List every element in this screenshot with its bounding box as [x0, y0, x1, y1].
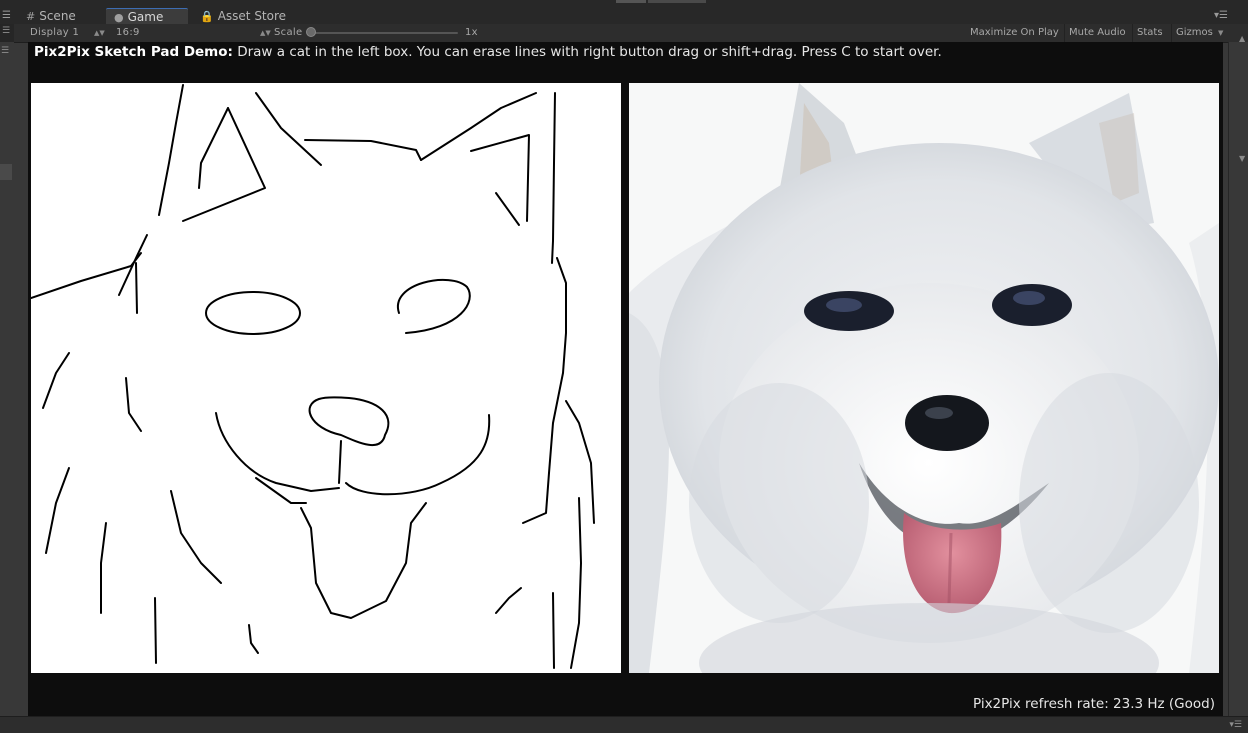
game-controller-icon: ● — [114, 11, 124, 24]
sketch-stroke — [154, 597, 157, 664]
lock-icon: 🔒 — [200, 10, 214, 23]
tab-label: Game — [127, 10, 164, 24]
tab-game[interactable]: ● Game — [106, 8, 188, 24]
sketch-stroke — [551, 92, 556, 264]
scale-slider-thumb[interactable] — [306, 27, 316, 37]
sketch-stroke — [308, 396, 390, 447]
sketch-stroke — [396, 278, 471, 334]
display-select[interactable]: Display 1 — [30, 24, 79, 42]
sketch-stroke — [522, 257, 567, 524]
sketch-stroke — [198, 107, 229, 189]
gizmos-toggle[interactable]: Gizmos — [1171, 24, 1217, 42]
sketch-stroke — [338, 440, 342, 484]
display-dropdown-icon[interactable]: ▲▼ — [94, 24, 105, 42]
sketch-stroke — [205, 291, 301, 335]
sketch-stroke — [304, 139, 422, 161]
left-panel-edge: ☰ — [0, 42, 14, 718]
gizmos-dropdown-icon[interactable]: ▼ — [1218, 24, 1223, 42]
sketch-stroke — [45, 467, 70, 554]
scale-value: 1x — [465, 27, 478, 38]
sketch-stroke — [170, 490, 222, 584]
sketch-stroke — [495, 192, 520, 226]
bottom-status-bar: ▾☰ — [0, 716, 1248, 733]
sketch-stroke — [125, 377, 142, 432]
sketch-pad-canvas[interactable] — [31, 83, 621, 673]
stats-toggle[interactable]: Stats — [1132, 24, 1167, 42]
game-viewport[interactable]: Pix2Pix Sketch Pad Demo: Draw a cat in t… — [28, 42, 1223, 716]
maximize-on-play-toggle[interactable]: Maximize On Play — [966, 24, 1063, 42]
panel-menu-icon[interactable]: ☰ — [1, 46, 9, 56]
collapse-icon[interactable]: ▼ — [1239, 154, 1245, 163]
status-menu-icon[interactable]: ▾☰ — [1229, 720, 1242, 730]
tab-options-icon[interactable]: ▾☰ — [1214, 10, 1228, 21]
sketch-stroke — [248, 624, 259, 654]
sketch-stroke — [31, 252, 142, 299]
sketch-stroke — [255, 477, 307, 504]
sketch-stroke — [495, 587, 522, 614]
sketch-stroke — [215, 412, 340, 492]
demo-title: Pix2Pix Sketch Pad Demo: — [34, 44, 233, 60]
tab-strip-marker — [616, 0, 646, 3]
editor-tab-strip: ☰ # Scene ● Game 🔒 Asset Store ▾☰ — [0, 0, 1248, 24]
mute-audio-toggle[interactable]: Mute Audio — [1064, 24, 1130, 42]
left-panel-selection — [0, 164, 12, 180]
refresh-rate-label: Pix2Pix refresh rate: 23.3 Hz (Good) — [972, 696, 1215, 712]
sketch-stroke — [42, 352, 70, 409]
tab-scene[interactable]: # Scene — [26, 8, 102, 24]
sketch-drawing — [31, 84, 595, 669]
pix2pix-output-image — [629, 83, 1219, 673]
sketch-stroke — [135, 262, 138, 314]
panel-menu-icon[interactable]: ☰ — [2, 10, 11, 21]
panel-menu-icon[interactable]: ☰ — [2, 26, 10, 36]
scale-slider-track[interactable] — [314, 32, 458, 34]
sketch-stroke — [118, 234, 148, 296]
sketch-stroke — [470, 134, 530, 222]
sketch-stroke — [100, 522, 107, 614]
tab-strip-marker — [648, 0, 706, 3]
tab-label: Asset Store — [217, 9, 287, 23]
toolbar-left-edge: ☰ — [0, 24, 14, 42]
tab-label: Scene — [39, 9, 76, 23]
sketch-stroke — [182, 107, 266, 222]
aspect-dropdown-icon[interactable]: ▲▼ — [260, 24, 271, 42]
sketch-stroke — [345, 414, 491, 496]
generated-dog-image — [629, 83, 1219, 673]
right-panel-edge: ▲ ▼ — [1228, 34, 1248, 718]
sketch-stroke — [552, 592, 555, 669]
scale-label: Scale — [274, 27, 303, 38]
scroll-up-icon[interactable]: ▲ — [1239, 34, 1245, 43]
sketch-stroke — [300, 502, 427, 619]
sketch-stroke — [255, 92, 322, 166]
tab-asset-store[interactable]: 🔒 Asset Store — [200, 8, 310, 24]
aspect-select[interactable]: 16:9 — [116, 24, 140, 42]
grid-icon: # — [26, 10, 36, 23]
game-toolbar: ☰ Display 1 ▲▼ 16:9 ▲▼ Scale 1x Maximize… — [0, 24, 1248, 43]
sketch-stroke — [158, 84, 184, 216]
instruction-text: Pix2Pix Sketch Pad Demo: Draw a cat in t… — [34, 43, 942, 61]
sketch-stroke — [570, 497, 582, 669]
demo-instructions: Draw a cat in the left box. You can eras… — [237, 44, 942, 60]
